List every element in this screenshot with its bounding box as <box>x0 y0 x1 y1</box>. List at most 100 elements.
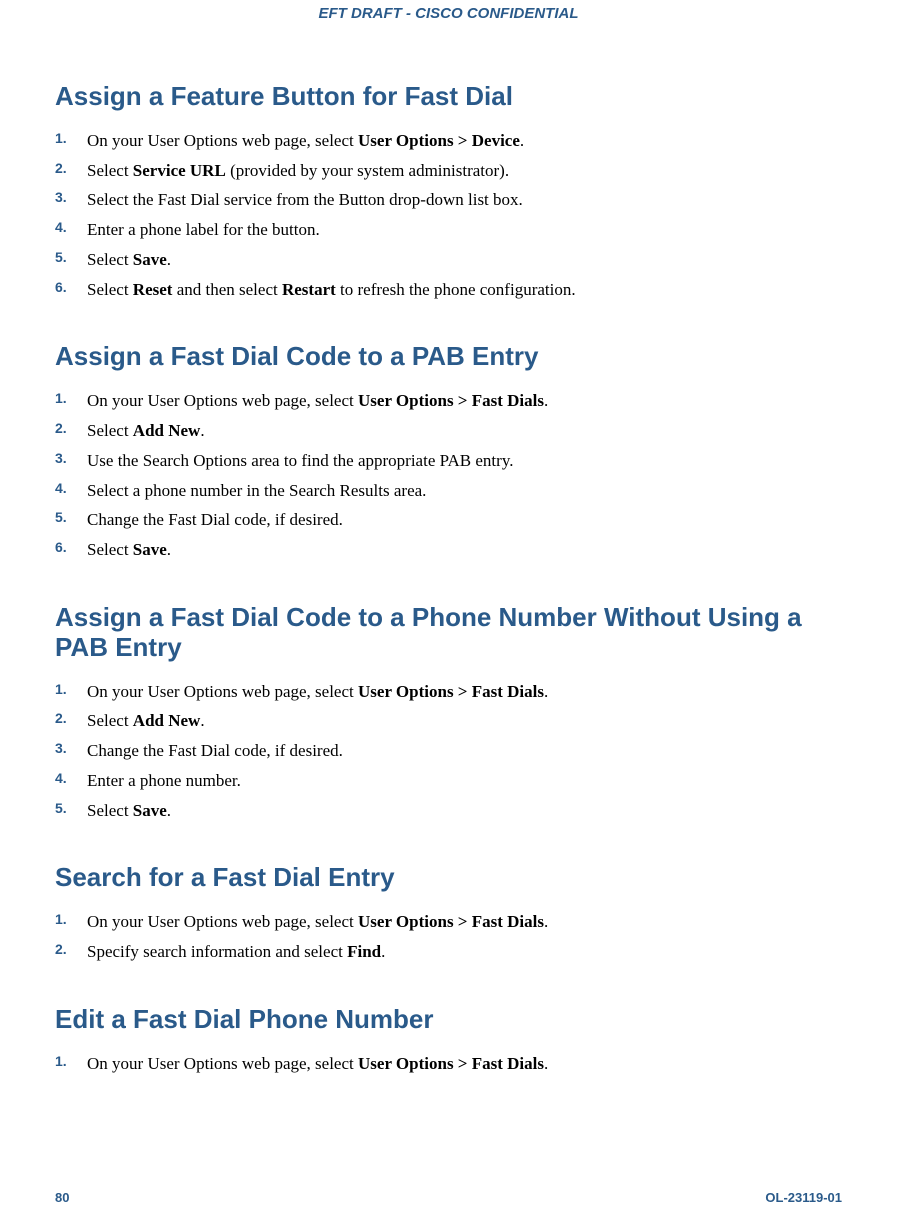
step-number: 1. <box>55 907 67 932</box>
step-text: On your User Options web page, select <box>87 912 358 931</box>
step-item: 6.Select Save. <box>83 535 842 565</box>
step-number: 5. <box>55 505 67 530</box>
step-number: 4. <box>55 215 67 240</box>
step-item: 5.Select Save. <box>83 245 842 275</box>
step-text: Select <box>87 421 133 440</box>
section-heading: Assign a Fast Dial Code to a Phone Numbe… <box>55 603 842 663</box>
step-text: Select <box>87 161 133 180</box>
step-text: Enter a phone label for the button. <box>87 220 320 239</box>
step-text: Change the Fast Dial code, if desired. <box>87 741 343 760</box>
step-number: 2. <box>55 416 67 441</box>
content-sections: Assign a Feature Button for Fast Dial 1. O… <box>55 82 842 1078</box>
step-text: Select <box>87 540 133 559</box>
step-item: 2.Select Service URL (provided by your s… <box>83 156 842 186</box>
step-text: Reset <box>133 280 173 299</box>
step-text: On your User Options web page, select <box>87 131 358 150</box>
step-text: User Options > Device <box>358 131 520 150</box>
step-text: User Options > Fast Dials <box>358 1054 544 1073</box>
step-text: User Options > Fast Dials <box>358 912 544 931</box>
step-list: 1.On your User Options web page, select … <box>55 677 842 826</box>
step-number: 1. <box>55 1049 67 1074</box>
step-text: . <box>200 711 204 730</box>
step-text: Select a phone number in the Search Resu… <box>87 481 426 500</box>
step-text: Save <box>133 250 167 269</box>
step-text: Change the Fast Dial code, if desired. <box>87 510 343 529</box>
step-number: 3. <box>55 185 67 210</box>
step-item: 3.Use the Search Options area to find th… <box>83 446 842 476</box>
step-item: 4.Select a phone number in the Search Re… <box>83 476 842 506</box>
page-footer: 80 OL-23119-01 <box>55 1190 842 1205</box>
step-number: 1. <box>55 126 67 151</box>
step-item: 1.On your User Options web page, select … <box>83 126 842 156</box>
step-text: to refresh the phone configuration. <box>336 280 576 299</box>
step-text: and then select <box>172 280 282 299</box>
step-number: 5. <box>55 796 67 821</box>
step-item: 3.Select the Fast Dial service from the … <box>83 185 842 215</box>
step-text: Save <box>133 540 167 559</box>
step-text: Add New <box>133 711 201 730</box>
step-list: 1.On your User Options web page, select … <box>55 386 842 565</box>
section-heading: Edit a Fast Dial Phone Number <box>55 1005 842 1035</box>
step-text: Restart <box>282 280 336 299</box>
step-text: Service URL <box>133 161 226 180</box>
step-text: . <box>381 942 385 961</box>
step-text: On your User Options web page, select <box>87 391 358 410</box>
step-text: . <box>200 421 204 440</box>
step-text: On your User Options web page, select <box>87 682 358 701</box>
step-item: 2.Select Add New. <box>83 706 842 736</box>
step-text: Find <box>347 942 381 961</box>
step-number: 1. <box>55 386 67 411</box>
step-number: 6. <box>55 535 67 560</box>
step-item: 4.Enter a phone label for the button. <box>83 215 842 245</box>
step-text: . <box>520 131 524 150</box>
step-text: Specify search information and select <box>87 942 347 961</box>
step-text: Select <box>87 711 133 730</box>
step-text: . <box>167 801 171 820</box>
step-number: 4. <box>55 476 67 501</box>
step-number: 2. <box>55 937 67 962</box>
section-heading: Assign a Feature Button for Fast Dial <box>55 82 842 112</box>
step-text: . <box>544 1054 548 1073</box>
step-list: 1.On your User Options web page, select … <box>55 1049 842 1079</box>
step-item: 5.Select Save. <box>83 796 842 826</box>
step-text: Add New <box>133 421 201 440</box>
step-number: 2. <box>55 706 67 731</box>
step-text: User Options > Fast Dials <box>358 682 544 701</box>
step-text: Select the Fast Dial service from the Bu… <box>87 190 523 209</box>
step-item: 5.Change the Fast Dial code, if desired. <box>83 505 842 535</box>
step-list: 1.On your User Options web page, select … <box>55 126 842 305</box>
step-number: 5. <box>55 245 67 270</box>
step-text: Use the Search Options area to find the … <box>87 451 513 470</box>
step-number: 1. <box>55 677 67 702</box>
step-text: Select <box>87 801 133 820</box>
step-item: 3.Change the Fast Dial code, if desired. <box>83 736 842 766</box>
step-text: Enter a phone number. <box>87 771 241 790</box>
step-number: 3. <box>55 446 67 471</box>
step-text: . <box>544 912 548 931</box>
step-number: 6. <box>55 275 67 300</box>
confidential-header: EFT DRAFT - CISCO CONFIDENTIAL <box>55 5 842 22</box>
step-item: 6.Select Reset and then select Restart t… <box>83 275 842 305</box>
step-number: 3. <box>55 736 67 761</box>
step-item: 2.Specify search information and select … <box>83 937 842 967</box>
step-item: 2.Select Add New. <box>83 416 842 446</box>
section-heading: Search for a Fast Dial Entry <box>55 863 842 893</box>
step-item: 1.On your User Options web page, select … <box>83 1049 842 1079</box>
step-item: 1.On your User Options web page, select … <box>83 386 842 416</box>
step-text: . <box>167 540 171 559</box>
section-heading: Assign a Fast Dial Code to a PAB Entry <box>55 342 842 372</box>
page-number: 80 <box>55 1190 69 1205</box>
step-text: . <box>544 391 548 410</box>
step-text: Save <box>133 801 167 820</box>
step-text: Select <box>87 250 133 269</box>
step-number: 4. <box>55 766 67 791</box>
step-list: 1.On your User Options web page, select … <box>55 907 842 967</box>
step-text: On your User Options web page, select <box>87 1054 358 1073</box>
step-text: User Options > Fast Dials <box>358 391 544 410</box>
step-text: (provided by your system administrator). <box>226 161 509 180</box>
document-page: EFT DRAFT - CISCO CONFIDENTIAL Assign a … <box>0 0 897 1225</box>
step-number: 2. <box>55 156 67 181</box>
step-item: 4.Enter a phone number. <box>83 766 842 796</box>
step-text: Select <box>87 280 133 299</box>
step-text: . <box>544 682 548 701</box>
